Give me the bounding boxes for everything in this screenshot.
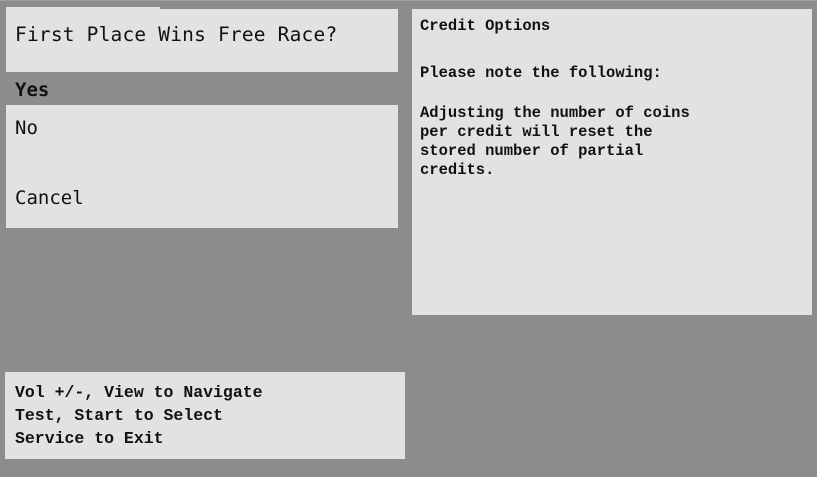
help-line-navigate: Vol +/-, View to Navigate [15,383,263,402]
help-line-select: Test, Start to Select [15,406,223,425]
menu-title-panel: First Place Wins Free Race? [6,9,398,72]
menu-options-panel: Yes No Cancel [6,75,398,228]
controls-help-panel: Vol +/-, View to Navigate Test, Start to… [5,372,405,459]
info-body-line: per credit will reset the [420,123,653,141]
menu-title: First Place Wins Free Race? [15,23,338,46]
info-body-line: stored number of partial [420,142,644,160]
info-title: Credit Options [420,17,551,35]
menu-option-yes[interactable]: Yes [6,75,398,105]
info-note: Please note the following: [420,64,662,82]
service-menu-screen: First Place Wins Free Race? Yes No Cance… [0,0,817,477]
help-line-exit: Service to Exit [15,429,164,448]
info-panel: Credit Options Please note the following… [412,9,812,315]
info-body: Adjusting the number of coins per credit… [420,104,805,180]
info-body-line: Adjusting the number of coins [420,104,690,122]
info-body-line: credits. [420,161,495,179]
menu-option-cancel[interactable]: Cancel [6,183,398,213]
menu-option-no[interactable]: No [6,113,398,143]
